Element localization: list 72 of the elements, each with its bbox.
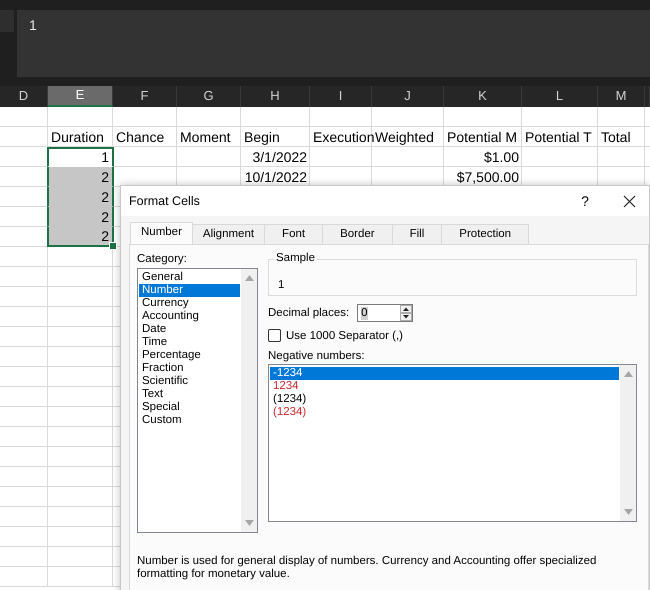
- cell-text: 2: [101, 228, 109, 245]
- sample-legend: Sample: [274, 252, 317, 264]
- cell-text: Execution: [313, 129, 374, 146]
- negative-format-item[interactable]: -1234: [270, 367, 619, 380]
- category-item[interactable]: Special: [139, 401, 240, 414]
- cell-text: Duration: [51, 129, 104, 146]
- fill-handle[interactable]: [109, 242, 117, 250]
- tab[interactable]: Border: [322, 224, 393, 244]
- active-cell[interactable]: 1: [47, 147, 114, 167]
- cell-text: Moment: [180, 129, 231, 146]
- cell-text: 2: [101, 209, 109, 226]
- decimal-places-spinner[interactable]: 0: [357, 304, 414, 322]
- category-item[interactable]: Fraction: [139, 362, 240, 375]
- tab[interactable]: Alignment: [192, 224, 266, 244]
- cell-text: 1: [101, 149, 109, 166]
- cell-text: 2: [101, 189, 109, 206]
- cell-text: $1.00: [484, 149, 519, 166]
- category-item[interactable]: Scientific: [139, 375, 240, 388]
- help-button[interactable]: ?: [570, 186, 600, 216]
- category-item[interactable]: General: [139, 271, 240, 284]
- close-icon: [622, 194, 636, 208]
- negative-numbers-label: Negative numbers:: [268, 350, 366, 362]
- category-label: Category:: [137, 253, 188, 265]
- cell-text: 10/1/2022: [244, 169, 307, 186]
- column-header[interactable]: E: [48, 86, 113, 107]
- category-item[interactable]: Percentage: [139, 349, 240, 362]
- spin-up-icon[interactable]: [400, 305, 412, 313]
- cell-text: 3/1/2022: [252, 149, 307, 166]
- negative-format-item[interactable]: (1234): [270, 393, 619, 406]
- separator-checkbox[interactable]: [268, 329, 281, 342]
- cell-text: Chance: [116, 129, 164, 146]
- category-item[interactable]: Time: [139, 336, 240, 349]
- negative-numbers-list[interactable]: -1234 1234 (1234) (1234): [268, 364, 637, 522]
- cell-text: $7,500.00: [456, 169, 519, 186]
- cell-text: Potential M: [447, 129, 518, 146]
- tab[interactable]: Number: [130, 222, 193, 244]
- selected-cell[interactable]: 2: [47, 167, 114, 187]
- tab[interactable]: Font: [264, 224, 324, 244]
- selected-cell[interactable]: 2: [47, 187, 114, 207]
- spin-down-icon[interactable]: [400, 313, 412, 321]
- decimal-places-label: Decimal places:: [268, 307, 350, 319]
- cell-text: Weighted: [375, 129, 434, 146]
- category-item[interactable]: Accounting: [139, 310, 240, 323]
- column-header[interactable]: L: [522, 86, 598, 107]
- cell-text: Potential T: [525, 129, 592, 146]
- description-text: Number is used for general display of numbers. Currency and Accounting offer specialized formatting for monetary value.: [137, 555, 598, 581]
- tab[interactable]: Fill: [392, 224, 442, 244]
- selected-cell[interactable]: 2: [47, 227, 114, 247]
- column-header[interactable]: M: [598, 86, 645, 107]
- column-header[interactable]: K: [444, 86, 522, 107]
- selected-cell[interactable]: 2: [47, 207, 114, 227]
- column-header[interactable]: H: [241, 86, 310, 107]
- category-item[interactable]: Date: [139, 323, 240, 336]
- cell-text: Begin: [244, 129, 280, 146]
- column-header[interactable]: I: [310, 86, 372, 107]
- cell-text: 2: [101, 169, 109, 186]
- category-item[interactable]: Currency: [139, 297, 240, 310]
- column-header[interactable]: J: [372, 86, 444, 107]
- negative-format-item[interactable]: (1234): [270, 406, 619, 419]
- category-item[interactable]: Text: [139, 388, 240, 401]
- formula-field[interactable]: 1: [17, 10, 650, 77]
- column-header[interactable]: G: [177, 86, 241, 107]
- negative-format-item[interactable]: 1234: [270, 380, 619, 393]
- dialog-title: Format Cells: [129, 194, 201, 208]
- separator-label: Use 1000 Separator (,): [286, 330, 403, 342]
- category-item[interactable]: Number: [139, 284, 240, 297]
- category-item[interactable]: Custom: [139, 414, 240, 427]
- category-list[interactable]: General Number Currency Accounting Date Time Percentage Fraction Scientific Text Special Custom: [137, 268, 258, 533]
- column-header[interactable]: F: [113, 86, 177, 107]
- tab[interactable]: Protection: [441, 224, 530, 244]
- cell-text: Total: [601, 129, 631, 146]
- sample-value: 1: [278, 279, 284, 291]
